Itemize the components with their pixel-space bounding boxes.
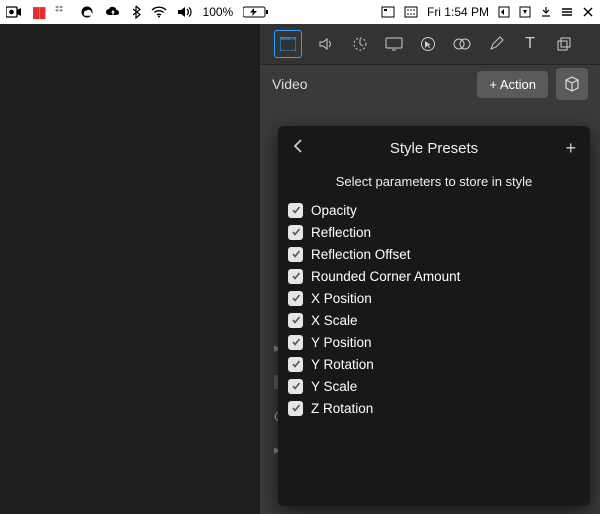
param-row[interactable]: Opacity [288,199,580,221]
record-icon[interactable] [6,6,22,18]
param-checkbox[interactable] [288,313,303,328]
add-action-button[interactable]: + Action [477,71,548,98]
cube-button[interactable] [556,68,588,100]
close-icon[interactable] [582,6,594,18]
param-label: Opacity [311,203,357,218]
tab-pen-icon[interactable] [486,34,506,54]
param-checkbox[interactable] [288,291,303,306]
window-control-1-icon[interactable] [498,6,510,18]
bluetooth-icon[interactable] [131,5,141,19]
popover-footer[interactable] [278,429,590,506]
param-row[interactable]: Y Rotation [288,353,580,375]
param-row[interactable]: X Scale [288,309,580,331]
inspector-panel: T Video + Action ▸C Co ▸ Style Presets +… [260,24,600,514]
popover-subtitle: Select parameters to store in style [278,170,590,199]
param-checkbox[interactable] [288,379,303,394]
creative-cloud-icon[interactable] [79,5,95,19]
param-label: X Scale [311,313,358,328]
param-checkbox[interactable] [288,335,303,350]
window-control-3-icon[interactable] [540,6,552,18]
param-checkbox[interactable] [288,357,303,372]
popover-title: Style Presets [316,140,552,157]
clock-text[interactable]: Fri 1:54 PM [427,5,489,19]
param-row[interactable]: Reflection [288,221,580,243]
macos-menubar: ▮▮ 100% Fri 1:54 PM [0,0,600,24]
param-row[interactable]: Reflection Offset [288,243,580,265]
tab-text-icon[interactable]: T [520,34,540,54]
param-label: Z Rotation [311,401,373,416]
param-row[interactable]: Y Scale [288,375,580,397]
wifi-icon[interactable] [151,6,167,18]
pause-icon[interactable]: ▮▮ [32,3,45,21]
parameter-list: Opacity Reflection Reflection Offset Rounde… [278,199,590,429]
param-checkbox[interactable] [288,203,303,218]
param-label: Reflection Offset [311,247,411,262]
param-label: X Position [311,291,372,306]
volume-icon[interactable] [177,6,193,18]
style-presets-popover: Style Presets + Select parameters to sto… [278,126,590,506]
param-checkbox[interactable] [288,269,303,284]
canvas-area[interactable] [0,24,260,514]
dropbox-icon[interactable] [55,5,69,19]
param-row[interactable]: Y Position [288,331,580,353]
battery-icon[interactable] [243,6,269,18]
section-title: Video [272,76,308,92]
param-row[interactable]: Rounded Corner Amount [288,265,580,287]
section-header: Video + Action [260,65,600,103]
param-checkbox[interactable] [288,225,303,240]
param-row[interactable]: Z Rotation [288,397,580,419]
tab-layers-icon[interactable] [554,34,574,54]
param-label: Reflection [311,225,371,240]
menu-extra-1-icon[interactable] [381,6,395,18]
param-label: Y Rotation [311,357,374,372]
tab-display-icon[interactable] [384,34,404,54]
battery-text: 100% [203,5,234,19]
tab-audio-icon[interactable] [316,34,336,54]
cloud-upload-icon[interactable] [105,6,121,18]
param-label: Y Scale [311,379,357,394]
inspector-toolbar: T [260,24,600,65]
tab-video-icon[interactable] [274,30,302,58]
tab-timing-icon[interactable] [350,34,370,54]
param-label: Rounded Corner Amount [311,269,460,284]
tab-pointer-icon[interactable] [418,34,438,54]
input-source-icon[interactable] [404,6,418,18]
tab-shape-icon[interactable] [452,34,472,54]
window-control-2-icon[interactable] [519,6,531,18]
param-label: Y Position [311,335,372,350]
add-preset-button[interactable]: + [552,138,576,159]
param-checkbox[interactable] [288,401,303,416]
param-row[interactable]: X Position [288,287,580,309]
back-button[interactable] [292,138,316,158]
hamburger-icon[interactable] [561,6,573,18]
param-checkbox[interactable] [288,247,303,262]
